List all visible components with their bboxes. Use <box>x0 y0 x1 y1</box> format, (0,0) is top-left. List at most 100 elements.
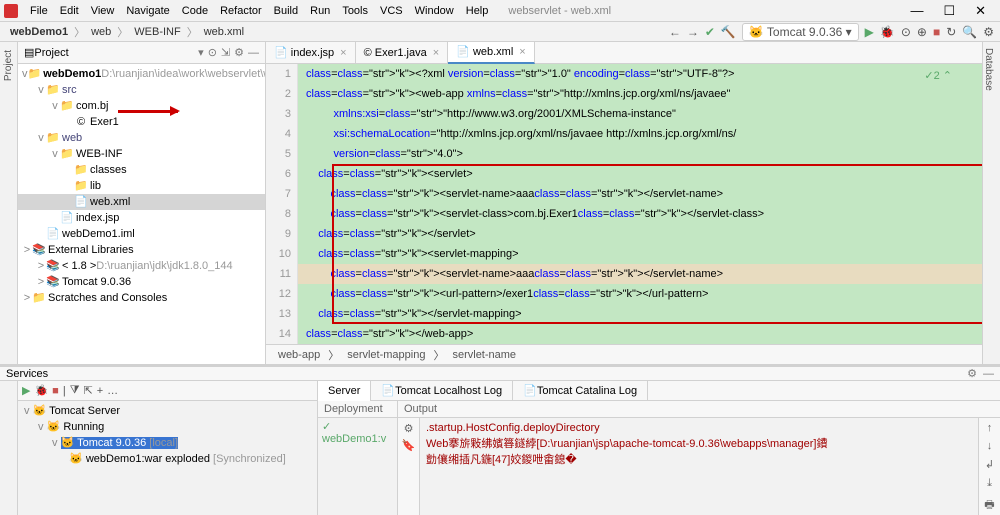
svc-expand-icon[interactable]: ⇱ <box>84 384 93 397</box>
scroll-end-icon[interactable]: ⤓ <box>987 477 992 490</box>
settings-icon[interactable]: ⚙ <box>983 25 994 39</box>
code-line: version=class="str">"4.0"> <box>298 144 982 164</box>
search-icon[interactable]: 🔍 <box>962 25 977 39</box>
svc-stop-icon[interactable]: ■ <box>52 385 59 397</box>
code-line: class=class="str">"k"><servlet-class>com… <box>298 204 982 224</box>
menu-file[interactable]: File <box>24 5 54 17</box>
close-icon[interactable]: × <box>340 47 346 59</box>
tree-node[interactable]: >📚< 1.8 > D:\ruanjian\jdk\jdk1.8.0_144 <box>18 258 265 274</box>
menu-window[interactable]: Window <box>409 5 460 17</box>
panel-select-icon[interactable]: ▾ <box>198 46 204 59</box>
tree-node[interactable]: v📁com.bj <box>18 98 265 114</box>
crumb-file[interactable]: web.xml <box>200 26 248 38</box>
database-tool-tab[interactable]: Database <box>983 42 994 91</box>
close-icon[interactable]: × <box>519 46 525 58</box>
panel-expand-icon[interactable]: ▤ <box>24 46 34 59</box>
console-output[interactable]: .startup.HostConfig.deployDirectoryWeb搴旂… <box>420 418 978 515</box>
code-editor[interactable]: ✓2 ⌃ class=class="str">"k"><?xml version… <box>298 64 982 344</box>
run-icon[interactable]: ▶ <box>865 25 874 39</box>
tree-node[interactable]: >📁Scratches and Consoles <box>18 290 265 306</box>
bc-mapping[interactable]: servlet-mapping <box>343 349 429 361</box>
crumb-webinf[interactable]: WEB-INF <box>130 26 184 38</box>
collapse-icon[interactable]: ⇲ <box>221 46 230 59</box>
scroll-down-icon[interactable]: ↓ <box>987 440 993 452</box>
update-icon[interactable]: ↻ <box>946 25 956 39</box>
services-tree[interactable]: v 🐱 Tomcat Serverv 🐱 Runningv 🐱 Tomcat 9… <box>18 401 317 515</box>
gear-icon[interactable]: ⚙ <box>234 46 244 59</box>
services-gear-icon[interactable]: ⚙ <box>967 367 977 380</box>
console-right-toolbar: ↑ ↓ ↲ ⤓ 🖶 <box>978 418 1000 515</box>
run-config-select[interactable]: 🐱 Tomcat 9.0.36 ▾ <box>742 23 859 41</box>
code-line: class=class="str">"k"><servlet> <box>298 164 982 184</box>
forward-icon[interactable]: → <box>687 25 699 39</box>
wrap-icon[interactable]: ↲ <box>985 458 994 471</box>
back-icon[interactable]: ← <box>669 25 681 39</box>
target-icon[interactable]: ⊙ <box>208 46 217 59</box>
services-hide-icon[interactable]: — <box>983 368 994 380</box>
profile-icon[interactable]: ⊕ <box>917 25 927 39</box>
editor-tab[interactable]: © Exer1.java× <box>356 42 449 64</box>
checkmark-icon[interactable]: ✔ <box>705 25 715 39</box>
hammer-icon[interactable]: 🔨 <box>721 25 736 39</box>
console-line: Web搴旂敤绋嬪簭鐩綍[D:\ruanjian\jsp\apache-tomca… <box>426 436 972 452</box>
services-panel: Services ⚙ — ▶ 🐞 ■ | ⧩ ⇱ + … v 🐱 Tomcat … <box>0 364 1000 500</box>
tree-node[interactable]: 📄index.jsp <box>18 210 265 226</box>
console-bookmark-icon[interactable]: 🔖 <box>398 439 419 452</box>
editor-tab[interactable]: 📄 index.jsp× <box>266 42 356 64</box>
menu-code[interactable]: Code <box>176 5 214 17</box>
scroll-up-icon[interactable]: ↑ <box>987 422 993 434</box>
crumb-project[interactable]: webDemo1 <box>6 26 72 38</box>
menu-vcs[interactable]: VCS <box>374 5 409 17</box>
tree-node[interactable]: 📄webDemo1.iml <box>18 226 265 242</box>
tree-node[interactable]: v📁src <box>18 82 265 98</box>
svc-filter-icon[interactable]: ⧩ <box>70 384 80 397</box>
tree-node[interactable]: 📁classes <box>18 162 265 178</box>
menu-build[interactable]: Build <box>268 5 304 17</box>
project-tree[interactable]: v📁webDemo1 D:\ruanjian\idea\work\webserv… <box>18 64 265 364</box>
menu-view[interactable]: View <box>85 5 121 17</box>
svc-debug-icon[interactable]: 🐞 <box>34 384 48 397</box>
tree-node[interactable]: v📁WEB-INF <box>18 146 265 162</box>
svc-run-icon[interactable]: ▶ <box>22 384 30 397</box>
menu-navigate[interactable]: Navigate <box>120 5 175 17</box>
tree-node[interactable]: v📁webDemo1 D:\ruanjian\idea\work\webserv… <box>18 66 265 82</box>
tab-server[interactable]: Server <box>318 381 371 401</box>
project-tool-tab[interactable]: Project <box>3 50 14 81</box>
svc-add-icon[interactable]: + <box>97 385 103 397</box>
editor-tab[interactable]: 📄 web.xml× <box>448 42 535 64</box>
console-toolbar: ⚙ 🔖 <box>398 418 420 515</box>
tab-catalina-log[interactable]: 📄 Tomcat Catalina Log <box>513 381 648 401</box>
debug-icon[interactable]: 🐞 <box>880 25 895 39</box>
bc-name[interactable]: servlet-name <box>448 349 520 361</box>
menu-help[interactable]: Help <box>460 5 495 17</box>
maximize-button[interactable]: ☐ <box>933 3 965 19</box>
tree-node[interactable]: v📁web <box>18 130 265 146</box>
minimize-button[interactable]: — <box>900 3 933 19</box>
menu-tools[interactable]: Tools <box>336 5 374 17</box>
services-tree-node[interactable]: v 🐱 Running <box>20 419 315 435</box>
print-icon[interactable]: 🖶 <box>984 496 994 515</box>
coverage-icon[interactable]: ⊙ <box>901 25 911 39</box>
menu-refactor[interactable]: Refactor <box>214 5 268 17</box>
tree-node[interactable]: 📄web.xml <box>18 194 265 210</box>
stop-icon[interactable]: ■ <box>933 25 940 39</box>
services-tree-node[interactable]: v 🐱 Tomcat 9.0.36 [local] <box>20 435 315 451</box>
menu-run[interactable]: Run <box>304 5 336 17</box>
tab-localhost-log[interactable]: 📄 Tomcat Localhost Log <box>371 381 513 401</box>
services-tree-node[interactable]: 🐱 webDemo1:war exploded [Synchronized] <box>20 451 315 467</box>
tree-node[interactable]: >📚External Libraries <box>18 242 265 258</box>
hide-icon[interactable]: — <box>248 47 259 59</box>
tree-node[interactable]: ©Exer1 <box>18 114 265 130</box>
bc-webapp[interactable]: web-app <box>274 349 324 361</box>
services-tree-node[interactable]: v 🐱 Tomcat Server <box>20 403 315 419</box>
close-icon[interactable]: × <box>433 47 439 59</box>
tree-node[interactable]: >📚Tomcat 9.0.36 <box>18 274 265 290</box>
code-line: class=class="str">"k"></servlet-mapping> <box>298 304 982 324</box>
close-button[interactable]: ✕ <box>965 3 996 19</box>
deployment-item[interactable]: ✓ webDemo1:v <box>318 418 397 447</box>
inspection-indicator[interactable]: ✓2 ⌃ <box>924 66 952 86</box>
crumb-web[interactable]: web <box>87 26 115 38</box>
tree-node[interactable]: 📁lib <box>18 178 265 194</box>
console-gear-icon[interactable]: ⚙ <box>398 422 419 435</box>
menu-edit[interactable]: Edit <box>54 5 85 17</box>
